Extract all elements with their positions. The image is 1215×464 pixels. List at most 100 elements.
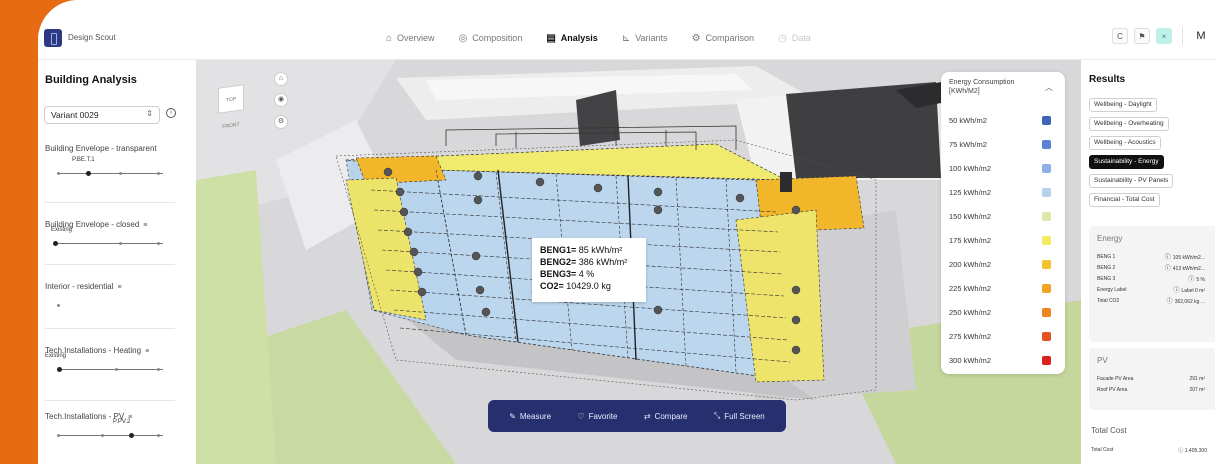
home-view-icon[interactable]: ⌂ (274, 72, 288, 86)
kv-row: Roof PV Area 207 m² (1097, 384, 1215, 395)
flag-button[interactable]: ⚑ (1134, 28, 1150, 44)
3d-viewport[interactable]: TOP FRONT ⌂ ◉ ⚙ BENG1= 85 kWh/m² BENG2= … (196, 60, 1081, 464)
param-slider[interactable] (45, 301, 175, 309)
legend-label: 275 kWh/m2 (949, 331, 992, 341)
measure-button[interactable]: ✎ Measure (509, 412, 551, 421)
app-window: Design Scout ⌂ Overview ◎ Composition ▤ Analy… (38, 0, 1215, 464)
toolbar-actions: C ⚑ × M (1112, 27, 1209, 45)
action-label: Measure (519, 411, 552, 421)
kv-row: BENG 3 ⓘ 5 % (1097, 273, 1215, 284)
legend-label: 100 kWh/m2 (949, 163, 992, 173)
close-button[interactable]: × (1156, 28, 1172, 44)
param-interior: Interior - residential ≡ (45, 282, 175, 309)
divider (45, 264, 175, 265)
panel-title: Building Analysis (45, 74, 137, 86)
legend-item: 175 kWh/m2 (949, 228, 1057, 252)
chevron-up-icon[interactable]: ︿ (1045, 82, 1053, 93)
divider (45, 202, 175, 203)
ruler-icon: ✎ (509, 411, 516, 421)
kv-key: Total Cost (1091, 447, 1114, 453)
param-slider[interactable] (45, 365, 175, 373)
tab-label: Comparison (705, 33, 755, 43)
color-swatch (1042, 307, 1051, 317)
pv-card: PV Facade PV Area 291 m² Roof PV Area 207 m… (1089, 348, 1215, 410)
color-swatch (1042, 139, 1051, 149)
chart-icon: ⊾ (621, 32, 631, 44)
param-slider[interactable] (45, 431, 175, 439)
action-label: Favorite (588, 411, 618, 421)
color-swatch (1042, 259, 1051, 269)
panel-title: Results (1089, 74, 1126, 85)
legend-item: 125 kWh/m2 (949, 180, 1057, 204)
result-chip[interactable]: Wellbeing - Daylight (1089, 98, 1157, 112)
view-cube[interactable]: TOP FRONT (218, 84, 244, 130)
tab-label: Data (791, 33, 811, 43)
param-slider[interactable] (45, 239, 175, 247)
legend-label: 75 kWh/m2 (949, 139, 987, 149)
legend-label: 125 kWh/m2 (949, 187, 992, 197)
brand-name: Design Scout (68, 33, 116, 42)
result-chip[interactable]: Financial - Total Cost (1089, 193, 1160, 207)
building-analysis-panel: Building Analysis Variant 0029 ⇕ i Build… (38, 60, 196, 464)
tab-label: Overview (397, 33, 435, 43)
card-title: Energy (1097, 234, 1123, 243)
legend-label: 300 kWh/m2 (949, 355, 992, 365)
divider (45, 328, 175, 329)
clock-icon: ◷ (778, 32, 787, 44)
param-value: P.BE.T.1 (72, 157, 95, 163)
kv-row: Energy Label ⓘ Label 0 m² (1097, 284, 1215, 295)
kv-key: BENG 2 (1097, 264, 1116, 271)
tab-overview[interactable]: ⌂ Overview (374, 30, 447, 46)
info-icon: ⓘ (1173, 288, 1180, 294)
param-value: P.PV.2 (113, 419, 131, 425)
tab-analysis[interactable]: ▤ Analysis (534, 30, 609, 46)
tab-label: Variants (635, 33, 668, 43)
tab-comparison[interactable]: ⚙ Comparison (680, 30, 767, 46)
color-swatch (1042, 163, 1051, 173)
result-chip[interactable]: Sustainability - PV Panels (1089, 174, 1174, 188)
info-icon[interactable]: i (166, 108, 176, 118)
kv-value: ⓘ Label 0 m² (1173, 288, 1205, 294)
color-swatch (1042, 283, 1051, 293)
kv-value: ⓘ 362,062 kg ... (1166, 299, 1205, 305)
kv-value: 291 m² (1189, 375, 1205, 382)
kv-row: Facade PV Area 291 m² (1097, 373, 1215, 384)
action-label: Full Screen (724, 411, 765, 421)
logo-icon[interactable] (44, 29, 62, 47)
user-avatar[interactable]: M (1193, 30, 1209, 42)
kv-row: Total CO2 ⓘ 362,062 kg ... (1097, 295, 1215, 306)
variant-select[interactable]: Variant 0029 ⇕ (44, 106, 160, 124)
toolbar-divider (1182, 27, 1183, 45)
compare-icon: ⚙ (691, 32, 701, 44)
brand-edge (0, 0, 40, 464)
layers-icon: ◎ (458, 32, 468, 44)
result-chip[interactable]: Wellbeing - Overheating (1089, 117, 1169, 131)
legend-title: Energy Consumption [KWh/M2] (949, 79, 1015, 95)
tab-composition[interactable]: ◎ Composition (447, 30, 535, 46)
result-chip[interactable]: Wellbeing - Acoustics (1089, 136, 1161, 150)
kv-key: Total CO2 (1097, 297, 1120, 304)
compare-button[interactable]: ⇄ Compare (644, 412, 688, 421)
settings-icon[interactable]: ⚙ (274, 115, 288, 129)
param-label: Building Envelope - transparent (45, 144, 157, 153)
param-slider[interactable] (45, 169, 175, 177)
legend-item: 300 kWh/m2 (949, 348, 1057, 372)
info-icon: ⓘ (1188, 277, 1195, 283)
kv-key: Energy Label (1097, 286, 1127, 293)
tooltip-line: CO2= 10429.0 kg (540, 281, 611, 291)
tab-label: Composition (472, 33, 523, 43)
color-swatch (1042, 187, 1051, 197)
eye-icon[interactable]: ◉ (274, 93, 288, 107)
kv-value: ⓘ 5 % (1188, 277, 1205, 283)
full-screen-button[interactable]: ⤡ Full Screen (714, 411, 765, 421)
refresh-button[interactable]: C (1112, 28, 1128, 44)
tab-variants[interactable]: ⊾ Variants (610, 30, 680, 46)
tooltip-line: BENG3= 4 % (540, 269, 595, 279)
viewport-action-bar: ✎ Measure ♡ Favorite ⇄ Compare ⤡ Full Screen (488, 400, 786, 432)
tab-data: ◷ Data (766, 30, 823, 46)
favorite-button[interactable]: ♡ Favorite (577, 412, 617, 421)
color-swatch (1042, 355, 1051, 365)
result-chip[interactable]: Sustainability - Energy (1089, 155, 1164, 169)
param-pv: Tech.Installations - PV ≡ P.PV.2 (45, 412, 175, 439)
color-swatch (1042, 211, 1051, 221)
